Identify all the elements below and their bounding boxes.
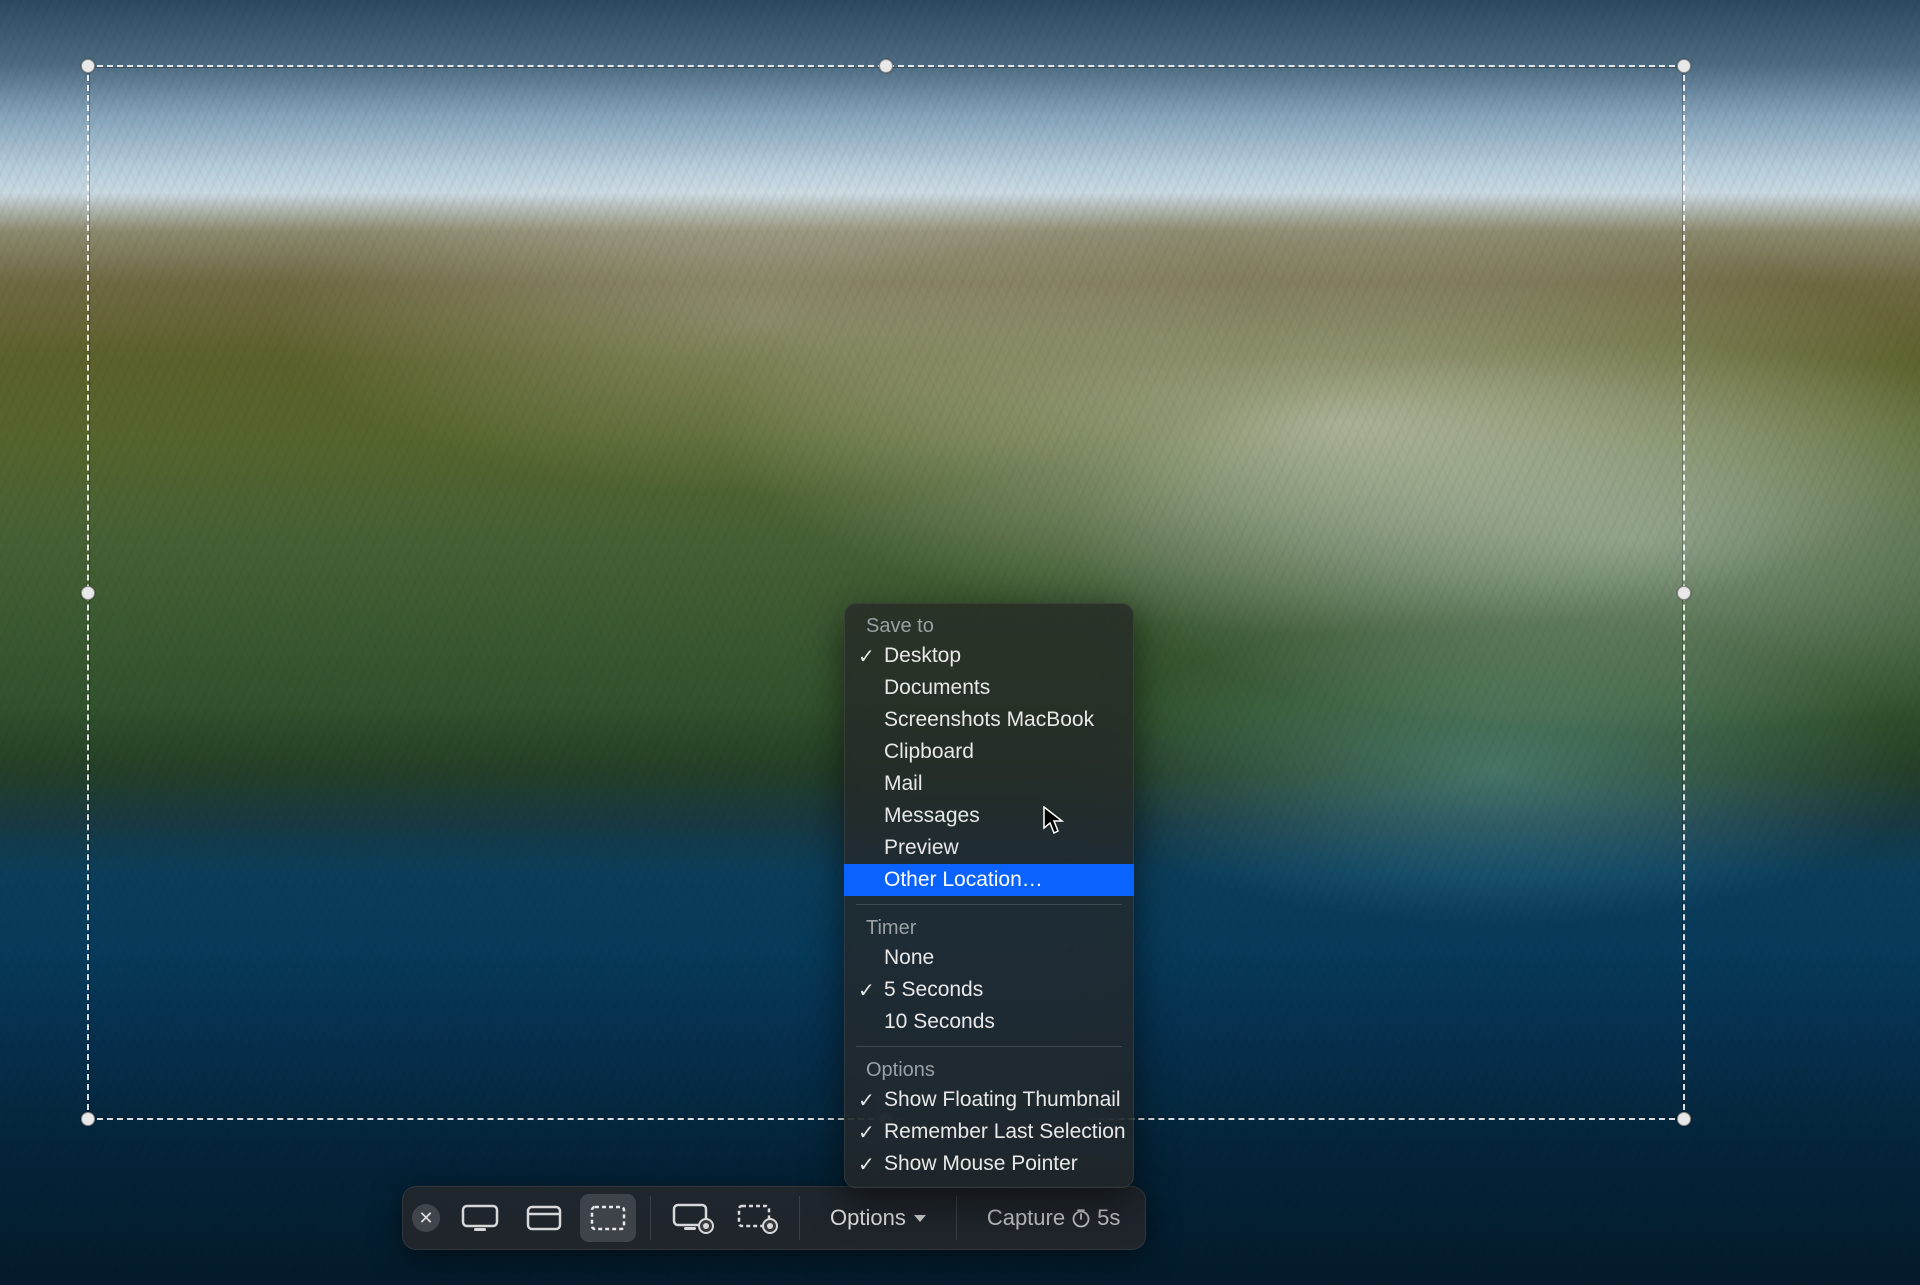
menu-item-label: Messages (884, 804, 980, 827)
menu-item-remember-last-selection[interactable]: ✓ Remember Last Selection (844, 1116, 1134, 1148)
menu-item-label: Other Location… (884, 868, 1043, 891)
menu-item-label: Screenshots MacBook (884, 708, 1094, 731)
window-icon (524, 1203, 564, 1233)
record-selected-portion-button[interactable] (729, 1194, 785, 1242)
menu-item-save-mail[interactable]: Mail (844, 768, 1134, 800)
menu-item-show-floating-thumbnail[interactable]: ✓ Show Floating Thumbnail (844, 1084, 1134, 1116)
menu-item-label: Clipboard (884, 740, 974, 763)
capture-selected-portion-button[interactable] (580, 1194, 636, 1242)
chevron-down-icon (914, 1215, 926, 1222)
close-toolbar-button[interactable]: ✕ (412, 1204, 440, 1232)
options-label: Options (830, 1205, 906, 1231)
menu-item-label: Documents (884, 676, 990, 699)
selection-record-icon (735, 1202, 779, 1234)
menu-item-save-preview[interactable]: Preview (844, 832, 1134, 864)
menu-separator (856, 904, 1122, 905)
checkmark-icon: ✓ (858, 644, 875, 669)
menu-item-label: 5 Seconds (884, 978, 983, 1001)
selection-handle-top-mid[interactable] (879, 59, 893, 73)
toolbar-separator (956, 1196, 957, 1240)
menu-item-label: None (884, 946, 934, 969)
capture-entire-screen-button[interactable] (452, 1194, 508, 1242)
menu-item-label: 10 Seconds (884, 1010, 995, 1033)
menu-section-timer: Timer (844, 913, 1134, 942)
menu-item-timer-5s[interactable]: ✓ 5 Seconds (844, 974, 1134, 1006)
menu-item-save-other-location[interactable]: Other Location… (844, 864, 1134, 896)
menu-separator (856, 1046, 1122, 1047)
menu-item-label: Show Mouse Pointer (884, 1152, 1078, 1175)
display-icon (460, 1203, 500, 1233)
checkmark-icon: ✓ (858, 978, 875, 1003)
selection-handle-top-left[interactable] (81, 59, 95, 73)
options-button[interactable]: Options (814, 1194, 942, 1242)
menu-item-label: Show Floating Thumbnail (884, 1088, 1121, 1111)
capture-label: Capture (987, 1205, 1065, 1231)
checkmark-icon: ✓ (858, 1152, 875, 1177)
options-menu: Save to ✓ Desktop Documents Screenshots … (844, 603, 1134, 1188)
display-record-icon (671, 1202, 715, 1234)
selection-handle-mid-right[interactable] (1677, 586, 1691, 600)
checkmark-icon: ✓ (858, 1120, 875, 1145)
menu-item-save-desktop[interactable]: ✓ Desktop (844, 640, 1134, 672)
timer-value: 5s (1097, 1205, 1120, 1231)
selection-handle-bottom-left[interactable] (81, 1112, 95, 1126)
selection-rect-icon (588, 1203, 628, 1233)
menu-item-label: Preview (884, 836, 959, 859)
toolbar-separator (650, 1196, 651, 1240)
toolbar-separator (799, 1196, 800, 1240)
menu-section-options: Options (844, 1055, 1134, 1084)
selection-handle-mid-left[interactable] (81, 586, 95, 600)
capture-button[interactable]: Capture 5s (971, 1194, 1137, 1242)
menu-item-save-screenshots-macbook[interactable]: Screenshots MacBook (844, 704, 1134, 736)
menu-item-label: Mail (884, 772, 923, 795)
menu-item-label: Remember Last Selection (884, 1120, 1126, 1143)
screenshot-toolbar: ✕ Options (402, 1186, 1146, 1250)
timer-icon (1071, 1208, 1091, 1228)
menu-item-timer-10s[interactable]: 10 Seconds (844, 1006, 1134, 1038)
capture-selected-window-button[interactable] (516, 1194, 572, 1242)
menu-item-timer-none[interactable]: None (844, 942, 1134, 974)
menu-item-show-mouse-pointer[interactable]: ✓ Show Mouse Pointer (844, 1148, 1134, 1180)
menu-item-label: Desktop (884, 644, 961, 667)
menu-item-save-clipboard[interactable]: Clipboard (844, 736, 1134, 768)
menu-section-save-to: Save to (844, 611, 1134, 640)
menu-item-save-documents[interactable]: Documents (844, 672, 1134, 704)
selection-handle-bottom-right[interactable] (1677, 1112, 1691, 1126)
selection-handle-top-right[interactable] (1677, 59, 1691, 73)
close-icon: ✕ (418, 1208, 433, 1229)
checkmark-icon: ✓ (858, 1088, 875, 1113)
menu-item-save-messages[interactable]: Messages (844, 800, 1134, 832)
record-entire-screen-button[interactable] (665, 1194, 721, 1242)
